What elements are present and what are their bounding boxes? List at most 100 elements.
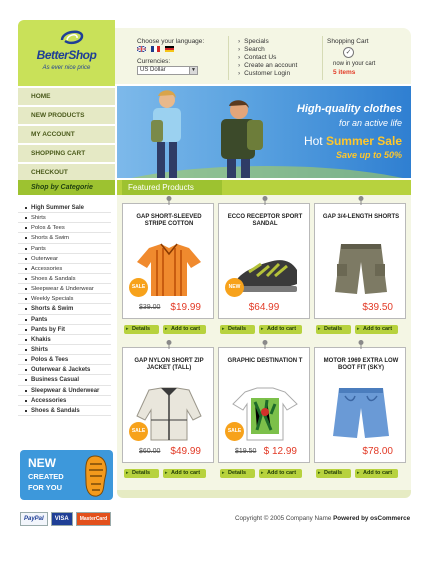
visa-icon: VISA xyxy=(50,512,73,526)
add-to-cart-button[interactable]: Add to cart xyxy=(163,325,206,334)
banner-headline: High-quality clothes xyxy=(296,103,402,115)
add-to-cart-button[interactable]: Add to cart xyxy=(355,469,398,478)
pin-icon xyxy=(166,196,172,205)
copyright: Copyright © 2005 Company Name Powered by… xyxy=(235,515,410,522)
france-flag-icon[interactable] xyxy=(151,46,160,52)
nav-home[interactable]: HOME xyxy=(18,88,115,106)
paypal-icon: PayPal xyxy=(20,512,48,526)
category-item[interactable]: Shirts xyxy=(18,213,111,224)
featured-header: Featured Products xyxy=(117,180,411,195)
category-item[interactable]: Accessories xyxy=(18,396,111,406)
logo-swirl-icon xyxy=(60,30,84,45)
pin-icon xyxy=(262,340,268,349)
shoe-sole-icon xyxy=(85,455,107,497)
product-card[interactable]: ECCO RECEPTOR SPORT SANDAL NEW $64.99 xyxy=(218,196,310,319)
details-button[interactable]: Details xyxy=(124,325,159,334)
product-title[interactable]: GRAPHIC DESTINATION T xyxy=(221,358,309,365)
product-card[interactable]: GAP NYLON SHORT ZIP JACKET (TALL) SALE $… xyxy=(122,340,214,463)
cart-title: Shopping Cart xyxy=(327,38,369,45)
logo-tagline: As ever nice price xyxy=(42,65,91,71)
details-button[interactable]: Details xyxy=(316,325,351,334)
sale-badge: SALE xyxy=(129,278,148,297)
category-list: High Summer Sale Shirts Polos & Tees Sho… xyxy=(18,203,111,416)
category-item[interactable]: Shoes & Sandals xyxy=(18,274,111,285)
link-specials[interactable]: Specials xyxy=(238,38,297,46)
old-price: $19.50 xyxy=(235,448,257,455)
category-item[interactable]: Polos & Tees xyxy=(18,223,111,234)
category-item[interactable]: Outerwear & Jackets xyxy=(18,365,111,376)
powered-by-link[interactable]: Powered by osCommerce xyxy=(333,515,410,522)
product-title[interactable]: MOTOR 1969 EXTRA LOW BOOT FIT (SKY) xyxy=(317,358,405,372)
category-item[interactable]: Polos & Tees xyxy=(18,355,111,366)
promo-line-2: CREATED xyxy=(28,472,64,481)
pin-icon xyxy=(358,196,364,205)
new-badge: NEW xyxy=(225,278,244,297)
logo-brand: BetterShop xyxy=(36,48,97,62)
cart-now-text: now in your cart xyxy=(333,61,376,67)
add-to-cart-button[interactable]: Add to cart xyxy=(259,469,302,478)
link-create-account[interactable]: Create an account xyxy=(238,62,297,70)
category-item[interactable]: Business Casual xyxy=(18,375,111,386)
category-item[interactable]: Sleepwear & Underwear xyxy=(18,284,111,295)
product-title[interactable]: GAP 3/4-LENGTH SHORTS xyxy=(317,214,405,221)
language-flags xyxy=(137,46,174,52)
category-item[interactable]: Sleepwear & Underwear xyxy=(18,386,111,396)
add-to-cart-button[interactable]: Add to cart xyxy=(355,325,398,334)
jeans-shorts-image[interactable] xyxy=(327,386,395,442)
product-title[interactable]: ECCO RECEPTOR SPORT SANDAL xyxy=(221,214,309,228)
nav-new-products[interactable]: NEW PRODUCTS xyxy=(18,107,115,125)
product-card[interactable]: MOTOR 1969 EXTRA LOW BOOT FIT (SKY) $78.… xyxy=(314,340,406,463)
category-item[interactable]: Pants xyxy=(18,244,111,254)
category-item[interactable]: Outerwear xyxy=(18,254,111,264)
details-button[interactable]: Details xyxy=(220,325,255,334)
product-card[interactable]: GAP SHORT-SLEEVED STRIPE COTTON SALE $39… xyxy=(122,196,214,319)
chevron-down-icon: ▼ xyxy=(189,67,197,74)
category-item[interactable]: Shirts xyxy=(18,345,111,356)
promo-line-1: NEW xyxy=(28,456,56,470)
category-item[interactable]: Pants xyxy=(18,315,111,325)
category-item[interactable]: Accessories xyxy=(18,264,111,274)
cart-items-count: 5 items xyxy=(333,69,356,76)
divider xyxy=(228,36,229,80)
currency-select[interactable]: US Dollar ▼ xyxy=(137,66,198,75)
pin-icon xyxy=(166,340,172,349)
category-item[interactable]: Weekly Specials xyxy=(18,294,111,305)
category-item[interactable]: Shorts & Swim xyxy=(18,304,111,315)
nav-my-account[interactable]: MY ACCOUNT xyxy=(18,126,115,144)
add-to-cart-button[interactable]: Add to cart xyxy=(259,325,302,334)
category-item[interactable]: Shorts & Swim xyxy=(18,233,111,244)
category-item[interactable]: Shoes & Sandals xyxy=(18,406,111,416)
link-search[interactable]: Search xyxy=(238,46,297,54)
hero-banner[interactable]: High-quality clothes for an active life … xyxy=(117,86,411,178)
old-price: $60.00 xyxy=(139,448,161,455)
nav-shopping-cart[interactable]: SHOPPING CART xyxy=(18,145,115,163)
currency-value: US Dollar xyxy=(140,67,166,73)
product-price: $19.99 xyxy=(170,302,201,313)
mastercard-icon: MasterCard xyxy=(75,512,112,526)
promo-banner[interactable]: NEW CREATED FOR YOU xyxy=(20,450,113,500)
product-title[interactable]: GAP NYLON SHORT ZIP JACKET (TALL) xyxy=(125,358,213,372)
categories-heading: Shop by Categorie xyxy=(18,180,115,195)
product-price: $ 12.99 xyxy=(263,446,297,457)
uk-flag-icon[interactable] xyxy=(137,46,146,52)
category-item[interactable]: Pants by Fit xyxy=(18,325,111,335)
add-to-cart-button[interactable]: Add to cart xyxy=(163,469,206,478)
footer-strip xyxy=(117,490,411,498)
product-title[interactable]: GAP SHORT-SLEEVED STRIPE COTTON xyxy=(125,214,213,228)
product-card[interactable]: GAP 3/4-LENGTH SHORTS $39.50 xyxy=(314,196,406,319)
link-contact-us[interactable]: Contact Us xyxy=(238,54,297,62)
nav-checkout[interactable]: CHECKOUT xyxy=(18,164,115,182)
shopping-cart-box[interactable]: Shopping Cart ✓ now in your cart 5 items xyxy=(327,38,411,76)
cart-icon[interactable]: ✓ xyxy=(343,47,354,58)
link-customer-login[interactable]: Customer Login xyxy=(238,70,297,78)
details-button[interactable]: Details xyxy=(124,469,159,478)
product-card[interactable]: GRAPHIC DESTINATION T SALE $19.50 $ 12.9… xyxy=(218,340,310,463)
germany-flag-icon[interactable] xyxy=(165,46,174,52)
category-item[interactable]: Khakis xyxy=(18,335,111,345)
details-button[interactable]: Details xyxy=(220,469,255,478)
logo[interactable]: BetterShop As ever nice price xyxy=(18,20,115,86)
details-button[interactable]: Details xyxy=(316,469,351,478)
product-price: $78.00 xyxy=(362,446,393,457)
shorts-image[interactable] xyxy=(327,242,395,298)
category-item[interactable]: High Summer Sale xyxy=(18,203,111,214)
